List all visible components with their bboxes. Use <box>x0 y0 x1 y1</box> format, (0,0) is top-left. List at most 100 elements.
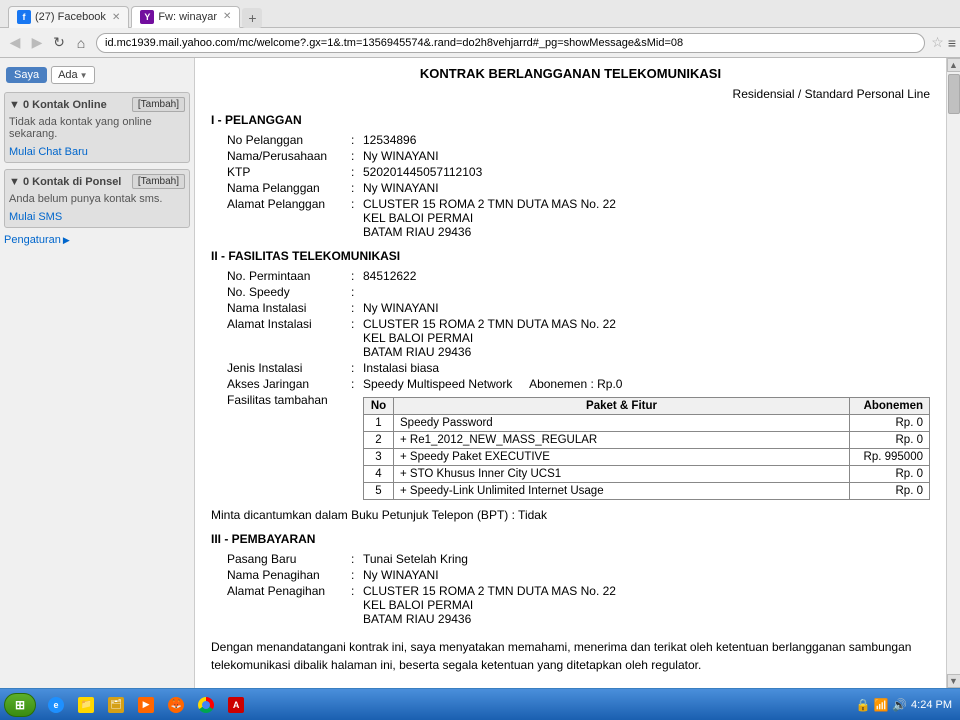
label-akses-jaringan: Akses Jaringan <box>211 377 351 391</box>
table-cell-abonemen: Rp. 995000 <box>850 449 930 466</box>
value-alamat-instalasi: CLUSTER 15 ROMA 2 TMN DUTA MAS No. 22 KE… <box>363 317 930 359</box>
label-pasang-baru: Pasang Baru <box>211 552 351 566</box>
kontak-ponsel-text: Anda belum punya kontak sms. <box>9 193 185 205</box>
label-jenis-instalasi: Jenis Instalasi <box>211 361 351 375</box>
kontak-ponsel-section: ▼ 0 Kontak di Ponsel [Tambah] Anda belum… <box>4 169 190 228</box>
table-header-paket: Paket & Fitur <box>394 398 850 415</box>
media-icon: ▶ <box>138 697 154 713</box>
label-fasilitas-tambahan: Fasilitas tambahan <box>211 393 351 500</box>
taskbar-app-files[interactable]: 📁 <box>72 693 100 717</box>
address-bar[interactable] <box>96 33 925 53</box>
main-layout: Saya Ada ▼ ▼ 0 Kontak Online [Tambah] Ti… <box>0 58 960 688</box>
section-pembayaran-header: III - PEMBAYARAN <box>211 532 930 546</box>
table-row: 5 + Speedy-Link Unlimited Internet Usage… <box>364 483 930 500</box>
forward-button[interactable]: ▶ <box>26 32 48 54</box>
field-no-permintaan: No. Permintaan : 84512622 <box>211 269 930 283</box>
label-no-speedy: No. Speedy <box>211 285 351 299</box>
value-nama-penagihan: Ny WINAYANI <box>363 568 930 582</box>
files-icon: 📁 <box>78 697 94 713</box>
value-no-pelanggan: 12534896 <box>363 133 930 147</box>
field-nama-instalasi: Nama Instalasi : Ny WINAYANI <box>211 301 930 315</box>
table-cell-abonemen: Rp. 0 <box>850 466 930 483</box>
email-title: KONTRAK BERLANGGANAN TELEKOMUNIKASI <box>211 66 930 81</box>
value-alamat-penagihan: CLUSTER 15 ROMA 2 TMN DUTA MAS No. 22 KE… <box>363 584 930 626</box>
value-nama-perusahaan: Ny WINAYANI <box>363 149 930 163</box>
field-nama-perusahaan: Nama/Perusahaan : Ny WINAYANI <box>211 149 930 163</box>
kontak-online-text: Tidak ada kontak yang online sekarang. <box>9 116 185 140</box>
mulai-chat-link[interactable]: Mulai Chat Baru <box>9 146 88 158</box>
table-cell-paket: + Re1_2012_NEW_MASS_REGULAR <box>394 432 850 449</box>
right-scrollbar: ▲ ▼ <box>946 58 960 688</box>
firefox-icon: 🦊 <box>168 697 184 713</box>
table-cell-no: 3 <box>364 449 394 466</box>
label-alamat-pelanggan: Alamat Pelanggan <box>211 197 351 239</box>
table-cell-no: 5 <box>364 483 394 500</box>
taskbar-app-antivirus[interactable]: A <box>222 693 250 717</box>
scroll-down-button[interactable]: ▼ <box>947 674 960 688</box>
value-nama-pelanggan: Ny WINAYANI <box>363 181 930 195</box>
mulai-sms-link[interactable]: Mulai SMS <box>9 211 62 223</box>
fasilitas-table: No Paket & Fitur Abonemen 1 Speedy Passw… <box>363 397 930 500</box>
value-no-speedy <box>363 285 930 299</box>
value-jenis-instalasi: Instalasi biasa <box>363 361 930 375</box>
field-alamat-instalasi: Alamat Instalasi : CLUSTER 15 ROMA 2 TMN… <box>211 317 930 359</box>
kontak-online-header: ▼ 0 Kontak Online [Tambah] <box>9 97 185 112</box>
kontak-ponsel-tambah[interactable]: [Tambah] <box>132 174 185 189</box>
value-akses-jaringan: Speedy Multispeed Network Abonemen : Rp.… <box>363 377 930 391</box>
chrome-icon <box>198 697 214 713</box>
label-nama-penagihan: Nama Penagihan <box>211 568 351 582</box>
section-pelanggan-header: I - PELANGGAN <box>211 113 930 127</box>
value-no-permintaan: 84512622 <box>363 269 930 283</box>
field-akses-jaringan: Akses Jaringan : Speedy Multispeed Netwo… <box>211 377 930 391</box>
table-row: 3 + Speedy Paket EXECUTIVE Rp. 995000 <box>364 449 930 466</box>
taskbar-app-folder[interactable]: 🗂 <box>102 693 130 717</box>
bookmark-icon[interactable]: ☆ <box>931 34 944 51</box>
pengaturan-link[interactable]: Pengaturan ▶ <box>4 234 190 246</box>
antivirus-icon: A <box>228 697 244 713</box>
title-bar: f (27) Facebook ✕ Y Fw: winayar ✕ + <box>0 0 960 28</box>
label-no-pelanggan: No Pelanggan <box>211 133 351 147</box>
tab-bar: f (27) Facebook ✕ Y Fw: winayar ✕ + <box>8 4 262 28</box>
field-fasilitas-tambahan: Fasilitas tambahan No Paket & Fitur Abon… <box>211 393 930 500</box>
taskbar-app-media[interactable]: ▶ <box>132 693 160 717</box>
content-area: KONTRAK BERLANGGANAN TELEKOMUNIKASI Resi… <box>195 58 946 688</box>
table-cell-abonemen: Rp. 0 <box>850 415 930 432</box>
bpt-row: Minta dicantumkan dalam Buku Petunjuk Te… <box>211 508 930 522</box>
tab-facebook[interactable]: f (27) Facebook ✕ <box>8 6 129 28</box>
tab-yahoo[interactable]: Y Fw: winayar ✕ <box>131 6 240 28</box>
table-cell-abonemen: Rp. 0 <box>850 483 930 500</box>
pengaturan-arrow-icon: ▶ <box>63 235 70 246</box>
saya-button[interactable]: Saya <box>6 67 47 83</box>
taskbar-app-chrome[interactable] <box>192 693 220 717</box>
field-alamat-pelanggan: Alamat Pelanggan : CLUSTER 15 ROMA 2 TMN… <box>211 197 930 239</box>
tab-yahoo-label: Fw: winayar <box>158 11 217 23</box>
label-nama-pelanggan: Nama Pelanggan <box>211 181 351 195</box>
folder-icon: 🗂 <box>108 697 124 713</box>
scroll-up-button[interactable]: ▲ <box>947 58 960 72</box>
table-cell-abonemen: Rp. 0 <box>850 432 930 449</box>
label-nama-instalasi: Nama Instalasi <box>211 301 351 315</box>
kontak-ponsel-header: ▼ 0 Kontak di Ponsel [Tambah] <box>9 174 185 189</box>
home-button[interactable]: ⌂ <box>70 32 92 54</box>
ada-dropdown[interactable]: Ada ▼ <box>51 66 95 84</box>
sidebar-top: Saya Ada ▼ <box>4 62 190 88</box>
start-button[interactable]: ⊞ <box>4 693 36 717</box>
table-cell-no: 2 <box>364 432 394 449</box>
taskbar-system-icons: 🔒 📶 🔊 <box>856 698 908 712</box>
table-cell-no: 4 <box>364 466 394 483</box>
taskbar-app-ie[interactable]: e <box>42 693 70 717</box>
tab-facebook-close[interactable]: ✕ <box>112 12 120 23</box>
menu-icon[interactable]: ≡ <box>948 35 956 51</box>
tab-yahoo-close[interactable]: ✕ <box>223 11 231 22</box>
new-tab-button[interactable]: + <box>242 8 262 28</box>
browser-window: f (27) Facebook ✕ Y Fw: winayar ✕ + ◀ ▶ … <box>0 0 960 688</box>
label-nama-perusahaan: Nama/Perusahaan <box>211 149 351 163</box>
facebook-favicon: f <box>17 10 31 24</box>
scroll-thumb[interactable] <box>948 74 960 114</box>
back-button[interactable]: ◀ <box>4 32 26 54</box>
refresh-button[interactable]: ↻ <box>48 32 70 54</box>
taskbar: ⊞ e 📁 🗂 ▶ 🦊 A 🔒 <box>0 688 960 720</box>
kontak-online-tambah[interactable]: [Tambah] <box>132 97 185 112</box>
table-row: 2 + Re1_2012_NEW_MASS_REGULAR Rp. 0 <box>364 432 930 449</box>
taskbar-app-firefox[interactable]: 🦊 <box>162 693 190 717</box>
